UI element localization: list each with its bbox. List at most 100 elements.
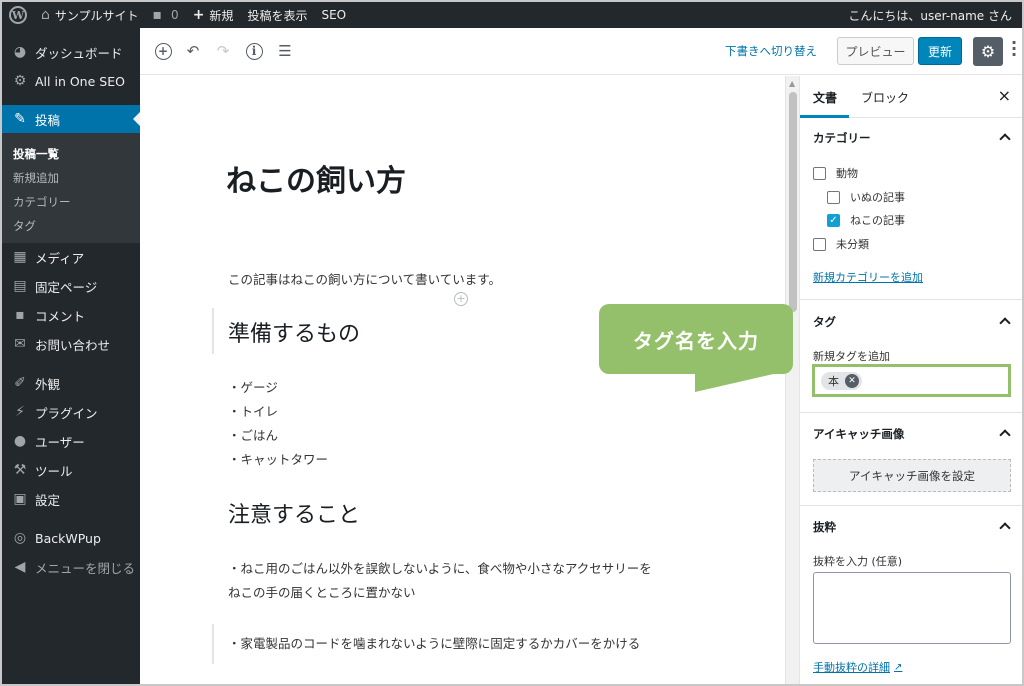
add-block-button[interactable]: +	[153, 41, 173, 61]
menu-appearance[interactable]: ✐ 外観	[2, 369, 140, 397]
close-icon[interactable]: ×	[998, 86, 1011, 105]
menu-pages[interactable]: ▤ 固定ページ	[2, 272, 140, 300]
set-featured-image-button[interactable]: アイキャッチ画像を設定	[813, 459, 1011, 492]
switch-to-draft-link[interactable]: 下書きへ切り替え	[725, 43, 817, 59]
backup-icon: ◎	[13, 530, 27, 546]
tab-document[interactable]: 文書	[813, 89, 837, 106]
menu-label: ユーザー	[35, 434, 85, 450]
submenu-categories[interactable]: カテゴリー	[13, 194, 71, 210]
menu-label: 投稿	[35, 112, 61, 128]
checkbox[interactable]	[813, 237, 826, 251]
checkbox-checked[interactable]: ✓	[827, 213, 840, 227]
menu-tools[interactable]: ⚒ ツール	[2, 456, 140, 484]
site-name-link[interactable]: ⌂ サンプルサイト	[34, 2, 146, 28]
chevron-up-icon[interactable]	[999, 317, 1011, 329]
menu-plugins[interactable]: ⚡ プラグイン	[2, 398, 140, 426]
chevron-up-icon[interactable]	[999, 133, 1011, 145]
add-block-icon: +	[154, 42, 172, 60]
excerpt-help-link[interactable]: 手動抜粋の詳細 ↗	[813, 659, 902, 675]
paragraph-intro[interactable]: この記事はねこの飼い方について書いています。	[228, 269, 501, 288]
category-label: いぬの記事	[850, 191, 905, 204]
menu-collapse[interactable]: ◀ メニューを閉じる	[2, 553, 140, 581]
post-title[interactable]: ねこの飼い方	[226, 156, 406, 200]
menu-comments[interactable]: ▪ コメント	[2, 301, 140, 329]
menu-settings[interactable]: ▣ 設定	[2, 485, 140, 513]
category-checkbox-row[interactable]: 未分類	[813, 236, 869, 252]
wrench-icon: ⚒	[13, 462, 27, 478]
account-greeting[interactable]: こんにちは、user-name さん	[848, 2, 1012, 28]
scroll-up-icon[interactable]: ▲	[789, 79, 795, 88]
user-icon: ●	[13, 433, 27, 449]
remove-tag-icon[interactable]: ✕	[845, 374, 859, 388]
scroll-thumb[interactable]	[789, 92, 797, 312]
menu-dashboard[interactable]: ◕ ダッシュボード	[2, 38, 140, 66]
redo-button[interactable]: ↷	[213, 41, 233, 61]
list-item[interactable]: ・ゲージ	[228, 377, 278, 396]
undo-button[interactable]: ↶	[183, 41, 203, 61]
active-tab-indicator	[800, 115, 849, 118]
excerpt-panel-title[interactable]: 抜粋	[813, 519, 836, 535]
menu-label: コメント	[35, 308, 86, 324]
pushpin-icon: ✎	[14, 111, 26, 127]
list-item[interactable]: ・ごはん	[228, 425, 278, 444]
tag-token[interactable]: 本 ✕	[821, 372, 862, 390]
category-label: ねこの記事	[850, 214, 905, 227]
settings-tabs: 文書 ブロック ×	[800, 76, 1022, 118]
heading-prepare[interactable]: 準備するもの	[228, 316, 360, 348]
tab-block[interactable]: ブロック	[861, 89, 909, 106]
menu-users[interactable]: ● ユーザー	[2, 427, 140, 455]
comments-link[interactable]: ▪ 0	[146, 2, 186, 28]
categories-panel-title[interactable]: カテゴリー	[813, 130, 871, 146]
featured-image-panel-title[interactable]: アイキャッチ画像	[813, 426, 904, 442]
menu-media[interactable]: ▦ メディア	[2, 243, 140, 271]
chevron-up-icon[interactable]	[999, 429, 1011, 441]
add-category-link[interactable]: 新規カテゴリーを追加	[813, 269, 923, 285]
gear-icon: ⚙	[980, 42, 996, 61]
more-vertical-icon: · · ·	[1011, 33, 1018, 64]
block-inserter-icon[interactable]: +	[454, 292, 468, 306]
excerpt-help-label: 手動抜粋の詳細	[813, 661, 890, 674]
category-checkbox-row[interactable]: いぬの記事	[827, 189, 905, 205]
menu-contact[interactable]: ✉ お問い合わせ	[2, 330, 140, 358]
list-item[interactable]: ・キャットタワー	[228, 449, 328, 468]
comments-count: 0	[171, 8, 179, 22]
tags-panel-title[interactable]: タグ	[813, 314, 836, 330]
category-checkbox-row[interactable]: ✓ ねこの記事	[827, 212, 905, 228]
posts-submenu: 投稿一覧 新規追加 カテゴリー タグ	[2, 133, 140, 243]
category-label: 未分類	[836, 238, 869, 251]
menu-aioseo[interactable]: ⚙ All in One SEO	[2, 67, 140, 95]
heading-caution[interactable]: 注意すること	[228, 497, 360, 529]
more-options-button[interactable]: · · ·	[1011, 35, 1017, 63]
menu-posts[interactable]: ✎ 投稿	[2, 105, 140, 133]
category-checkbox-row[interactable]: 動物	[813, 165, 858, 181]
callout-bubble: タグ名を入力	[599, 304, 793, 374]
checkbox[interactable]	[827, 190, 840, 204]
checkbox[interactable]	[813, 166, 826, 180]
external-link-icon: ↗	[894, 661, 903, 673]
settings-toggle-button[interactable]: ⚙	[973, 37, 1003, 66]
wordpress-logo-icon: W	[9, 6, 27, 24]
list-item[interactable]: ・トイレ	[228, 401, 278, 420]
chevron-up-icon[interactable]	[999, 522, 1011, 534]
excerpt-textarea[interactable]	[813, 572, 1011, 644]
submenu-add-new[interactable]: 新規追加	[13, 170, 59, 186]
menu-backwpup[interactable]: ◎ BackWPup	[2, 524, 140, 552]
view-post-link[interactable]: 投稿を表示	[240, 2, 314, 28]
submenu-tags[interactable]: タグ	[13, 218, 36, 234]
tag-input[interactable]: 本 ✕	[812, 364, 1011, 397]
update-button[interactable]: 更新	[918, 37, 962, 65]
paragraph-caution-1-cont[interactable]: ねこの手の届くところに置かない	[228, 582, 416, 601]
submenu-all-posts[interactable]: 投稿一覧	[13, 146, 59, 162]
new-content-link[interactable]: + 新規	[186, 2, 241, 28]
info-button[interactable]: i	[244, 41, 264, 61]
seo-menu-link[interactable]: SEO	[314, 2, 353, 28]
preview-button[interactable]: プレビュー	[837, 37, 914, 65]
outline-button[interactable]: ☰	[275, 41, 295, 61]
wp-logo-button[interactable]: W	[2, 2, 34, 28]
menu-label: All in One SEO	[35, 73, 125, 89]
app-window: W ⌂ サンプルサイト ▪ 0 + 新規 投稿を表示 SEO こんにちは、use…	[0, 0, 1024, 686]
paragraph-caution-2[interactable]: ・家電製品のコードを噛まれないように壁際に固定するかカバーをかける	[228, 633, 640, 652]
menu-label: プラグイン	[35, 405, 98, 421]
paragraph-caution-1[interactable]: ・ねこ用のごはん以外を誤飲しないように、食べ物や小さなアクセサリーを	[228, 558, 652, 577]
panel-divider	[800, 299, 1022, 300]
